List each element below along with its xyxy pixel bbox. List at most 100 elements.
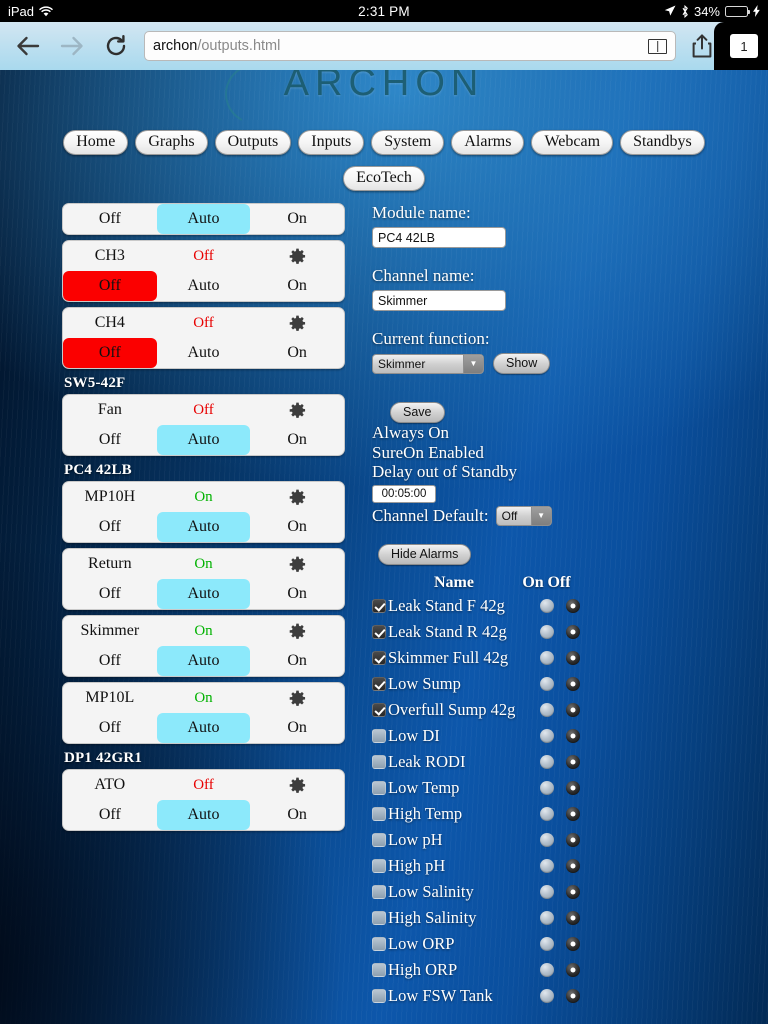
channel-settings-button[interactable]	[250, 777, 344, 794]
channel-list[interactable]: Off Auto On CH3 Off Off Auto On CH4 Off Off Auto On S…	[62, 203, 345, 875]
always-on-option[interactable]: Always On	[372, 423, 762, 443]
alarm-enable-checkbox[interactable]	[372, 702, 386, 717]
nav-item-inputs[interactable]: Inputs	[298, 130, 365, 155]
mode-button-off[interactable]: Off	[63, 646, 157, 676]
channel-mode-selector[interactable]: Off Auto On	[63, 512, 344, 542]
alarm-on-radio[interactable]	[540, 936, 554, 951]
alarm-enable-checkbox[interactable]	[372, 650, 386, 665]
alarm-off-radio[interactable]	[566, 936, 580, 951]
mode-button-on[interactable]: On	[250, 338, 344, 368]
mode-button-off[interactable]: Off	[63, 512, 157, 542]
channel-mode-selector[interactable]: Off Auto On	[63, 646, 344, 676]
alarm-enable-checkbox[interactable]	[372, 858, 386, 873]
alarm-enable-checkbox[interactable]	[372, 806, 386, 821]
channel-mode-selector[interactable]: Off Auto On	[63, 579, 344, 609]
mode-button-off[interactable]: Off	[63, 713, 157, 743]
channel-card[interactable]: Fan Off Off Auto On	[62, 394, 345, 456]
alarm-enable-checkbox[interactable]	[372, 936, 386, 951]
alarm-off-radio[interactable]	[566, 806, 580, 821]
alarm-on-radio[interactable]	[540, 858, 554, 873]
show-button[interactable]: Show	[493, 353, 551, 374]
mode-button-auto[interactable]: Auto	[156, 800, 251, 830]
delay-standby-option[interactable]: Delay out of Standby	[372, 462, 762, 482]
channel-mode-selector[interactable]: Off Auto On	[63, 271, 344, 301]
mode-button-on[interactable]: On	[250, 204, 344, 234]
mode-button-off[interactable]: Off	[63, 338, 157, 368]
alarm-on-radio[interactable]	[540, 832, 554, 847]
back-button[interactable]	[6, 24, 50, 68]
save-button[interactable]: Save	[390, 402, 445, 423]
mode-button-auto[interactable]: Auto	[157, 271, 251, 301]
channel-mode-selector[interactable]: Off Auto On	[63, 338, 344, 368]
alarm-enable-checkbox[interactable]	[372, 624, 386, 639]
mode-button-on[interactable]: On	[250, 579, 344, 609]
alarm-on-radio[interactable]	[540, 806, 554, 821]
alarm-on-radio[interactable]	[540, 780, 554, 795]
alarm-enable-checkbox[interactable]	[372, 884, 386, 899]
mode-button-on[interactable]: On	[250, 271, 344, 301]
alarm-off-radio[interactable]	[566, 598, 580, 613]
alarm-on-radio[interactable]	[540, 910, 554, 925]
alarm-enable-checkbox[interactable]	[372, 598, 386, 613]
alarm-on-radio[interactable]	[540, 624, 554, 639]
channel-settings-button[interactable]	[250, 623, 344, 640]
channel-settings-button[interactable]	[250, 489, 344, 506]
channel-card[interactable]: CH3 Off Off Auto On	[62, 240, 345, 302]
alarm-off-radio[interactable]	[566, 702, 580, 717]
mode-button-auto[interactable]: Auto	[157, 338, 251, 368]
channel-settings-button[interactable]	[250, 248, 344, 265]
alarm-on-radio[interactable]	[540, 676, 554, 691]
mode-button-off[interactable]: Off	[63, 425, 157, 455]
alarm-off-radio[interactable]	[566, 728, 580, 743]
reader-view-icon[interactable]	[648, 38, 667, 54]
alarm-on-radio[interactable]	[540, 754, 554, 769]
alarm-off-radio[interactable]	[566, 884, 580, 899]
reload-button[interactable]	[94, 24, 138, 68]
nav-item-standbys[interactable]: Standbys	[620, 130, 705, 155]
alarm-off-radio[interactable]	[566, 676, 580, 691]
mode-button-auto[interactable]: Auto	[156, 512, 251, 542]
alarm-enable-checkbox[interactable]	[372, 728, 386, 743]
channel-mode-selector[interactable]: Off Auto On	[63, 425, 344, 455]
channel-card[interactable]: Off Auto On	[62, 203, 345, 235]
alarm-enable-checkbox[interactable]	[372, 962, 386, 977]
mode-button-on[interactable]: On	[250, 713, 344, 743]
alarm-on-radio[interactable]	[540, 728, 554, 743]
channel-settings-button[interactable]	[250, 690, 344, 707]
hide-alarms-button[interactable]: Hide Alarms	[378, 543, 472, 565]
alarm-enable-checkbox[interactable]	[372, 832, 386, 847]
channel-default-select[interactable]: Off ▼	[495, 505, 552, 526]
alarm-enable-checkbox[interactable]	[372, 988, 386, 1003]
nav-item-home[interactable]: Home	[63, 130, 129, 155]
channel-settings-button[interactable]	[250, 402, 344, 419]
channel-settings-button[interactable]	[250, 556, 344, 573]
mode-button-on[interactable]: On	[250, 425, 344, 455]
channel-card[interactable]: MP10L On Off Auto On	[62, 682, 345, 744]
sureon-option[interactable]: SureOn Enabled	[372, 443, 762, 463]
alarm-on-radio[interactable]	[540, 884, 554, 899]
alarm-on-radio[interactable]	[540, 962, 554, 977]
alarm-off-radio[interactable]	[566, 832, 580, 847]
channel-mode-selector[interactable]: Off Auto On	[63, 713, 344, 743]
url-bar[interactable]: archon/outputs.html	[144, 31, 676, 61]
nav-item-graphs[interactable]: Graphs	[135, 130, 208, 155]
module-name-input[interactable]: PC4 42LB	[372, 227, 506, 248]
mode-button-auto[interactable]: Auto	[156, 713, 251, 743]
nav-item-outputs[interactable]: Outputs	[214, 130, 292, 155]
mode-button-on[interactable]: On	[250, 512, 344, 542]
channel-settings-button[interactable]	[250, 315, 344, 332]
mode-button-on[interactable]: On	[250, 646, 344, 676]
alarm-enable-checkbox[interactable]	[372, 910, 386, 925]
current-function-select[interactable]: Skimmer ▼	[372, 353, 484, 374]
alarm-off-radio[interactable]	[566, 962, 580, 977]
alarm-enable-checkbox[interactable]	[372, 780, 386, 795]
alarm-on-radio[interactable]	[540, 988, 554, 1003]
alarm-enable-checkbox[interactable]	[372, 676, 386, 691]
alarm-off-radio[interactable]	[566, 754, 580, 769]
mode-button-auto[interactable]: Auto	[156, 204, 251, 234]
mode-button-auto[interactable]: Auto	[156, 646, 251, 676]
alarm-off-radio[interactable]	[566, 650, 580, 665]
mode-button-off[interactable]: Off	[63, 800, 157, 830]
mode-button-auto[interactable]: Auto	[156, 425, 251, 455]
channel-card[interactable]: Return On Off Auto On	[62, 548, 345, 610]
